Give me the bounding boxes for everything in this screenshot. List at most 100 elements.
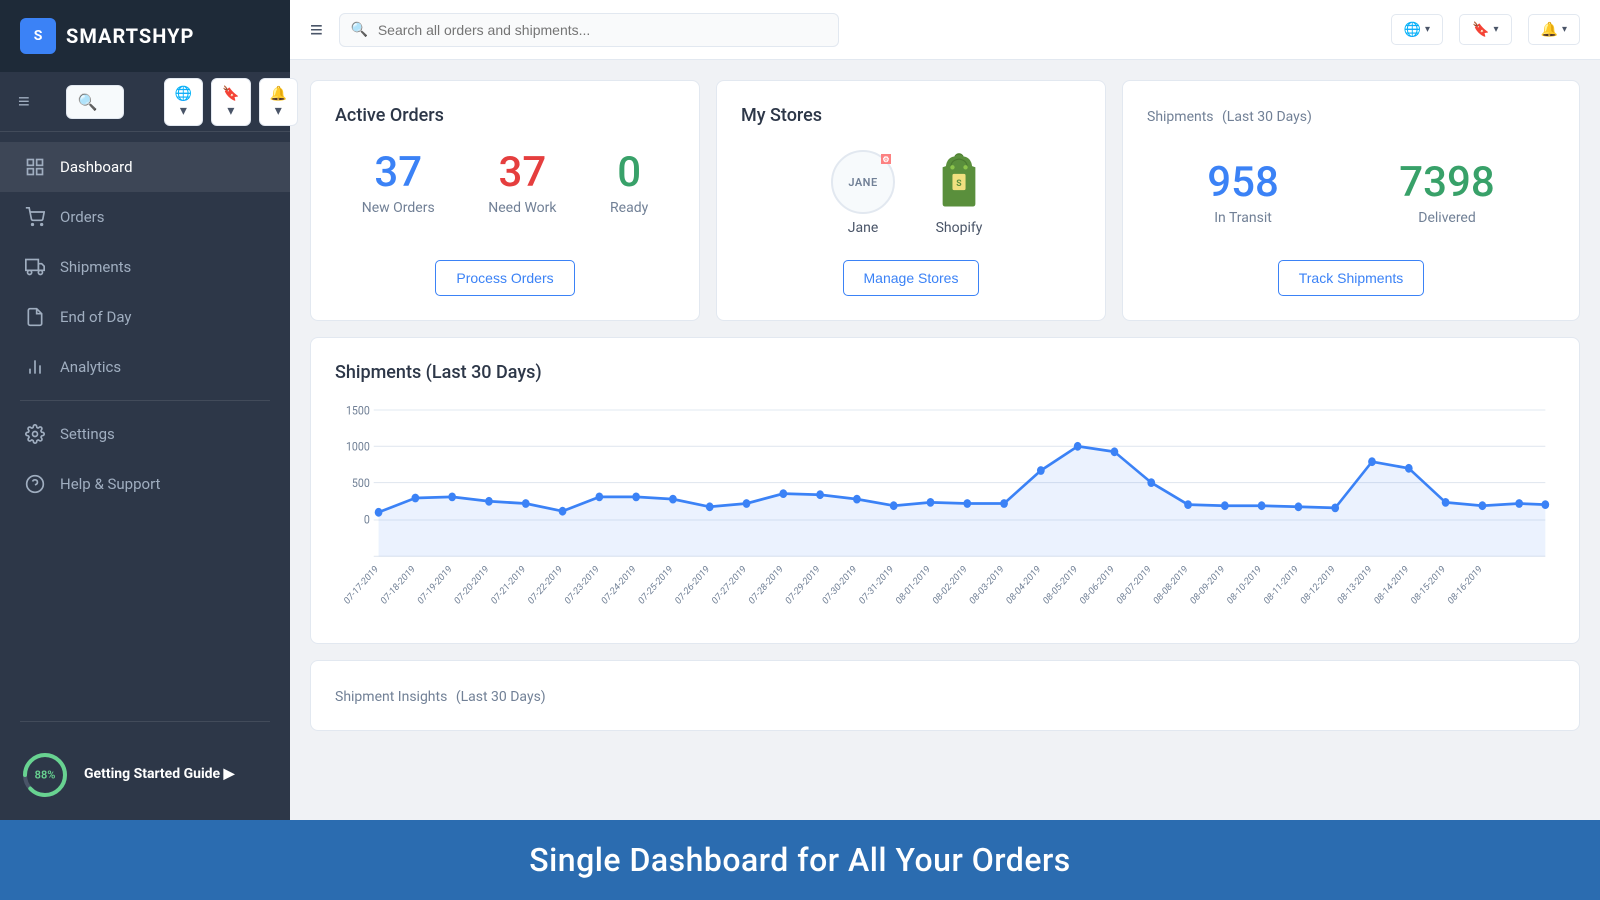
sidebar-item-help[interactable]: Help & Support: [0, 459, 290, 509]
svg-text:500: 500: [352, 475, 370, 490]
progress-circle: 88%: [20, 750, 70, 800]
svg-text:07-17-2019: 07-17-2019: [342, 563, 380, 607]
svg-text:07-28-2019: 07-28-2019: [747, 563, 785, 607]
process-orders-button[interactable]: Process Orders: [435, 260, 574, 296]
svg-text:08-14-2019: 08-14-2019: [1372, 563, 1410, 607]
svg-text:08-06-2019: 08-06-2019: [1078, 563, 1116, 607]
svg-text:07-21-2019: 07-21-2019: [489, 563, 527, 607]
svg-text:08-04-2019: 08-04-2019: [1004, 563, 1042, 607]
svg-text:08-15-2019: 08-15-2019: [1409, 563, 1447, 607]
active-orders-title: Active Orders: [335, 105, 675, 126]
svg-text:08-07-2019: 08-07-2019: [1115, 563, 1153, 607]
svg-text:07-24-2019: 07-24-2019: [600, 563, 638, 607]
shopify-store-name: Shopify: [936, 220, 983, 236]
search-magnify-icon: 🔍: [351, 22, 368, 38]
main-header: ≡ 🔍 🌐 ▾ 🔖 ▾ 🔔 ▾: [290, 0, 1600, 60]
settings-icon: [24, 423, 46, 445]
sidebar: S SMARTSHYP ≡ 🔍 🌐 ▾ 🔖 ▾ 🔔 ▾: [0, 0, 290, 820]
progress-percent: 88%: [35, 769, 56, 782]
need-work-stat: 37 Need Work: [488, 150, 556, 216]
bell-header-button[interactable]: 🔔 ▾: [1528, 14, 1580, 45]
svg-text:07-20-2019: 07-20-2019: [453, 563, 491, 607]
bottom-banner: Single Dashboard for All Your Orders: [0, 820, 1600, 900]
sidebar-item-dashboard[interactable]: Dashboard: [0, 142, 290, 192]
ready-stat: 0 Ready: [610, 150, 648, 216]
svg-text:1500: 1500: [346, 403, 370, 418]
getting-started-section: 88% Getting Started Guide ▶: [0, 734, 290, 820]
svg-text:08-03-2019: 08-03-2019: [968, 563, 1006, 607]
globe-icon: 🌐: [1404, 21, 1421, 38]
search-container: 🔍: [66, 85, 124, 119]
jane-avatar: JANE ⚙: [831, 150, 895, 214]
sidebar-item-shipments[interactable]: Shipments: [0, 242, 290, 292]
bookmark-header-button[interactable]: 🔖 ▾: [1459, 14, 1511, 45]
getting-started-link[interactable]: 88% Getting Started Guide ▶: [20, 750, 270, 800]
bell-dropdown-arrow: ▾: [1562, 24, 1567, 35]
svg-text:07-29-2019: 07-29-2019: [784, 563, 822, 607]
svg-text:08-13-2019: 08-13-2019: [1336, 563, 1374, 607]
active-orders-stats: 37 New Orders 37 Need Work 0 Ready: [335, 150, 675, 216]
ready-count: 0: [610, 150, 648, 196]
menu-icon[interactable]: ≡: [18, 89, 30, 114]
svg-text:08-11-2019: 08-11-2019: [1262, 563, 1300, 607]
sidebar-bottom-divider: [20, 721, 270, 722]
insights-title-text: Shipment Insights: [335, 689, 447, 705]
svg-text:08-16-2019: 08-16-2019: [1446, 563, 1484, 607]
store-item-shopify: S Shopify: [927, 150, 991, 236]
shopify-logo: S: [927, 150, 991, 214]
sidebar-nav: Dashboard Orders Shipments: [0, 132, 290, 721]
svg-text:08-08-2019: 08-08-2019: [1152, 563, 1190, 607]
search-wrapper: 🔍: [339, 13, 839, 47]
end-of-day-icon: [24, 306, 46, 328]
svg-text:07-22-2019: 07-22-2019: [526, 563, 564, 607]
manage-stores-button[interactable]: Manage Stores: [843, 260, 980, 296]
shipments-icon: [24, 256, 46, 278]
logo-text: SMARTSHYP: [66, 24, 194, 48]
sidebar-item-analytics-label: Analytics: [60, 358, 121, 376]
globe-button[interactable]: 🌐 ▾: [164, 78, 203, 126]
shipments-title-text: Shipments: [1147, 109, 1214, 125]
search-icon: 🔍: [78, 92, 98, 111]
globe-header-button[interactable]: 🌐 ▾: [1391, 14, 1443, 45]
store-item-jane: JANE ⚙ Jane: [831, 150, 895, 236]
sidebar-logo: S SMARTSHYP: [0, 0, 290, 72]
in-transit-count: 958: [1207, 160, 1279, 206]
sidebar-item-end-of-day-label: End of Day: [60, 308, 131, 326]
jane-store-name: Jane: [848, 220, 879, 236]
svg-text:08-10-2019: 08-10-2019: [1225, 563, 1263, 607]
shopify-bag-svg: S: [929, 152, 989, 212]
globe-dropdown-arrow: ▾: [1425, 24, 1430, 35]
logo-icon: S: [20, 18, 56, 54]
getting-started-title: Getting Started Guide ▶: [84, 765, 234, 785]
svg-text:07-30-2019: 07-30-2019: [821, 563, 859, 607]
sidebar-item-orders-label: Orders: [60, 208, 105, 226]
sidebar-item-shipments-label: Shipments: [60, 258, 131, 276]
bell-icon: 🔔: [1541, 21, 1558, 38]
svg-text:07-25-2019: 07-25-2019: [637, 563, 675, 607]
sidebar-item-settings[interactable]: Settings: [0, 409, 290, 459]
hamburger-icon[interactable]: ≡: [310, 17, 323, 43]
main-search-input[interactable]: [339, 13, 839, 47]
banner-text: Single Dashboard for All Your Orders: [529, 841, 1070, 879]
header-actions: 🌐 ▾ 🔖 ▾ 🔔 ▾: [164, 78, 298, 126]
bookmark-icon: 🔖: [1472, 21, 1489, 38]
need-work-count: 37: [488, 150, 556, 196]
shipments-stats: 958 In Transit 7398 Delivered: [1147, 150, 1555, 236]
sidebar-item-orders[interactable]: Orders: [0, 192, 290, 242]
sidebar-item-end-of-day[interactable]: End of Day: [0, 292, 290, 342]
analytics-icon: [24, 356, 46, 378]
bookmark-button[interactable]: 🔖 ▾: [211, 78, 250, 126]
sidebar-item-settings-label: Settings: [60, 425, 115, 443]
track-shipments-button[interactable]: Track Shipments: [1278, 260, 1425, 296]
chart-svg: 1500 1000 500 0: [335, 399, 1555, 619]
stores-icons: JANE ⚙ Jane: [831, 150, 991, 236]
svg-text:S: S: [956, 179, 962, 189]
nav-divider: [20, 400, 270, 401]
new-orders-count: 37: [362, 150, 435, 196]
jane-status-dot: ⚙: [881, 154, 891, 164]
chart-card: Shipments (Last 30 Days) 1500 1000: [310, 337, 1580, 644]
help-icon: [24, 473, 46, 495]
sidebar-item-analytics[interactable]: Analytics: [0, 342, 290, 392]
jane-initials: JANE: [848, 176, 877, 189]
shipments-subtitle: (Last 30 Days): [1222, 109, 1312, 125]
